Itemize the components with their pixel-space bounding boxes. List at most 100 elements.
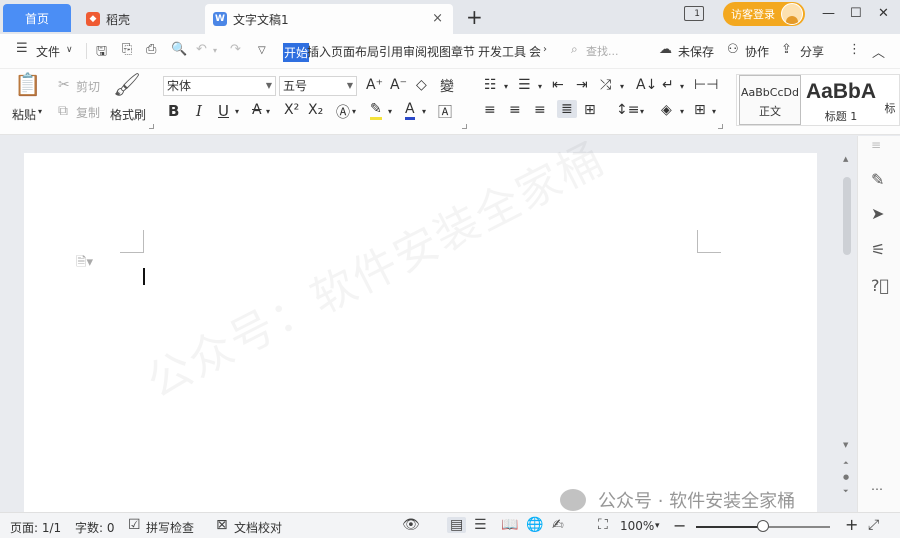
collapse-ribbon-icon[interactable]: ︿: [872, 42, 885, 61]
search-input[interactable]: 查找...: [586, 43, 619, 59]
unsaved-status[interactable]: 未保存: [678, 43, 714, 60]
web-view-icon[interactable]: 🌐: [526, 517, 543, 533]
redo-icon[interactable]: ↷: [230, 42, 241, 57]
minimize-icon[interactable]: —: [822, 6, 835, 21]
share-button[interactable]: 分享: [800, 43, 824, 60]
undo-icon[interactable]: ↶: [196, 42, 207, 57]
document-page[interactable]: 🗎▾ 公众号：软件安装全家桶: [24, 133, 817, 523]
tab-view[interactable]: 视图: [427, 43, 451, 60]
zoom-level[interactable]: 100%: [620, 519, 654, 533]
scrollbar-thumb[interactable]: [843, 177, 851, 255]
phonetic-guide-icon[interactable]: 變: [440, 76, 454, 96]
numbered-dropdown-icon[interactable]: ▾: [538, 82, 542, 91]
tab-layout[interactable]: 布局: [355, 43, 379, 60]
reading-view-icon[interactable]: 📖: [501, 517, 518, 533]
line-break-dropdown-icon[interactable]: ▾: [680, 82, 684, 91]
prev-page-icon[interactable]: ⏶: [843, 459, 849, 468]
bullet-dropdown-icon[interactable]: ▾: [504, 82, 508, 91]
font-color-icon[interactable]: A: [405, 102, 415, 120]
fit-page-icon[interactable]: ⛶: [598, 517, 608, 533]
maximize-icon[interactable]: ☐: [850, 6, 862, 21]
scroll-down-icon[interactable]: ▼: [843, 441, 848, 449]
shading-icon[interactable]: ◈: [661, 102, 672, 118]
hamburger-menu-icon[interactable]: ☰: [16, 41, 28, 56]
format-painter-label[interactable]: 格式刷: [110, 106, 146, 123]
tab-daoke[interactable]: ◆ 稻壳: [78, 4, 200, 34]
tab-insert[interactable]: 插入: [307, 43, 331, 60]
undo-dropdown-icon[interactable]: ▾: [213, 46, 217, 55]
tab-start[interactable]: 开始: [283, 43, 310, 62]
line-spacing-dropdown-icon[interactable]: ▾: [640, 107, 644, 116]
new-tab-button[interactable]: +: [466, 5, 483, 29]
eye-protect-icon[interactable]: 👁: [402, 517, 420, 533]
tab-home[interactable]: 首页: [3, 4, 71, 32]
page-count[interactable]: 页面: 1/1: [10, 519, 61, 536]
decrease-font-icon[interactable]: A⁻: [390, 77, 407, 93]
copy-button[interactable]: 复制: [76, 104, 100, 121]
select-browse-icon[interactable]: ●: [843, 473, 849, 481]
more-tabs-icon[interactable]: ›: [543, 44, 547, 55]
zoom-out-icon[interactable]: −: [673, 516, 686, 535]
collab-button[interactable]: 协作: [745, 43, 769, 60]
align-center-icon[interactable]: ≡: [509, 102, 521, 118]
paste-dropdown-icon[interactable]: ▾: [38, 107, 42, 116]
file-menu[interactable]: 文件: [36, 43, 60, 60]
underline-icon[interactable]: U: [218, 102, 229, 120]
text-effect-icon[interactable]: Ⓐ: [336, 102, 350, 122]
export-pdf-icon[interactable]: ⎘: [122, 42, 132, 57]
print-preview-icon[interactable]: 🔍: [171, 42, 187, 57]
spellcheck-button[interactable]: 拼写检查: [146, 519, 194, 536]
window-count-badge[interactable]: 1: [684, 6, 704, 21]
superscript-icon[interactable]: X²: [284, 102, 299, 118]
adjust-settings-icon[interactable]: ⚟: [871, 240, 885, 259]
scroll-up-icon[interactable]: ▲: [843, 155, 848, 163]
align-left-icon[interactable]: ≡: [484, 102, 496, 118]
strikethrough-icon[interactable]: A: [252, 102, 262, 118]
tab-member[interactable]: 会: [529, 43, 541, 60]
line-break-icon[interactable]: ↵: [662, 77, 674, 93]
zoom-in-icon[interactable]: +: [845, 515, 858, 534]
zoom-slider-knob[interactable]: [757, 520, 769, 532]
chevron-down-icon[interactable]: ∨: [66, 45, 73, 55]
proofread-button[interactable]: 文档校对: [234, 519, 282, 536]
strike-dropdown-icon[interactable]: ▾: [266, 107, 270, 116]
style-normal[interactable]: AaBbCcDd 正文: [739, 75, 801, 125]
highlight-dropdown-icon[interactable]: ▾: [388, 107, 392, 116]
chinese-layout-icon[interactable]: ⤮: [600, 77, 611, 93]
panel-handle-icon[interactable]: ≡: [871, 138, 881, 152]
paste-button[interactable]: 📋: [10, 73, 46, 99]
help-icon[interactable]: ?⃝: [871, 276, 889, 295]
next-page-icon[interactable]: ⏷: [843, 487, 849, 496]
highlight-icon[interactable]: ✎: [370, 102, 382, 120]
write-mode-icon[interactable]: ✍: [552, 517, 564, 533]
quick-access-dropdown-icon[interactable]: ▽: [258, 45, 266, 56]
close-tab-icon[interactable]: ×: [432, 11, 443, 26]
tab-stop-icon[interactable]: ⊢⊣: [694, 77, 718, 93]
zoom-dropdown-icon[interactable]: ▾: [655, 521, 660, 531]
numbered-list-icon[interactable]: ☰: [518, 77, 531, 93]
char-border-icon[interactable]: 🄰: [438, 102, 452, 122]
close-window-icon[interactable]: ✕: [878, 6, 889, 21]
format-painter-button[interactable]: 🖌: [112, 73, 142, 99]
line-spacing-icon[interactable]: ↕≡: [616, 102, 639, 118]
tab-document[interactable]: W 文字文稿1 ×: [205, 4, 453, 34]
more-options-icon[interactable]: ⋮: [848, 42, 861, 57]
tab-developer[interactable]: 开发工具: [478, 43, 526, 60]
tab-page[interactable]: 页面: [331, 43, 355, 60]
vertical-scrollbar[interactable]: ▲ ▼ ⏶ ● ⏷: [840, 153, 854, 513]
italic-icon[interactable]: I: [196, 102, 202, 120]
tab-review[interactable]: 审阅: [403, 43, 427, 60]
increase-font-icon[interactable]: A⁺: [366, 77, 383, 93]
increase-indent-icon[interactable]: ⇥: [576, 77, 588, 93]
paste-label[interactable]: 粘贴: [12, 106, 36, 123]
clear-format-icon[interactable]: ◇: [416, 77, 427, 93]
shading-dropdown-icon[interactable]: ▾: [680, 107, 684, 116]
font-name-select[interactable]: 宋体 ▼: [163, 76, 276, 96]
chinese-layout-dropdown-icon[interactable]: ▾: [620, 82, 624, 91]
subscript-icon[interactable]: X₂: [308, 102, 323, 118]
more-panel-icon[interactable]: ⋯: [871, 482, 883, 496]
tab-section[interactable]: 章节: [451, 43, 475, 60]
edit-pen-icon[interactable]: ✎: [871, 170, 884, 189]
distribute-icon[interactable]: ⊞: [584, 102, 596, 118]
cut-button[interactable]: 剪切: [76, 78, 100, 95]
